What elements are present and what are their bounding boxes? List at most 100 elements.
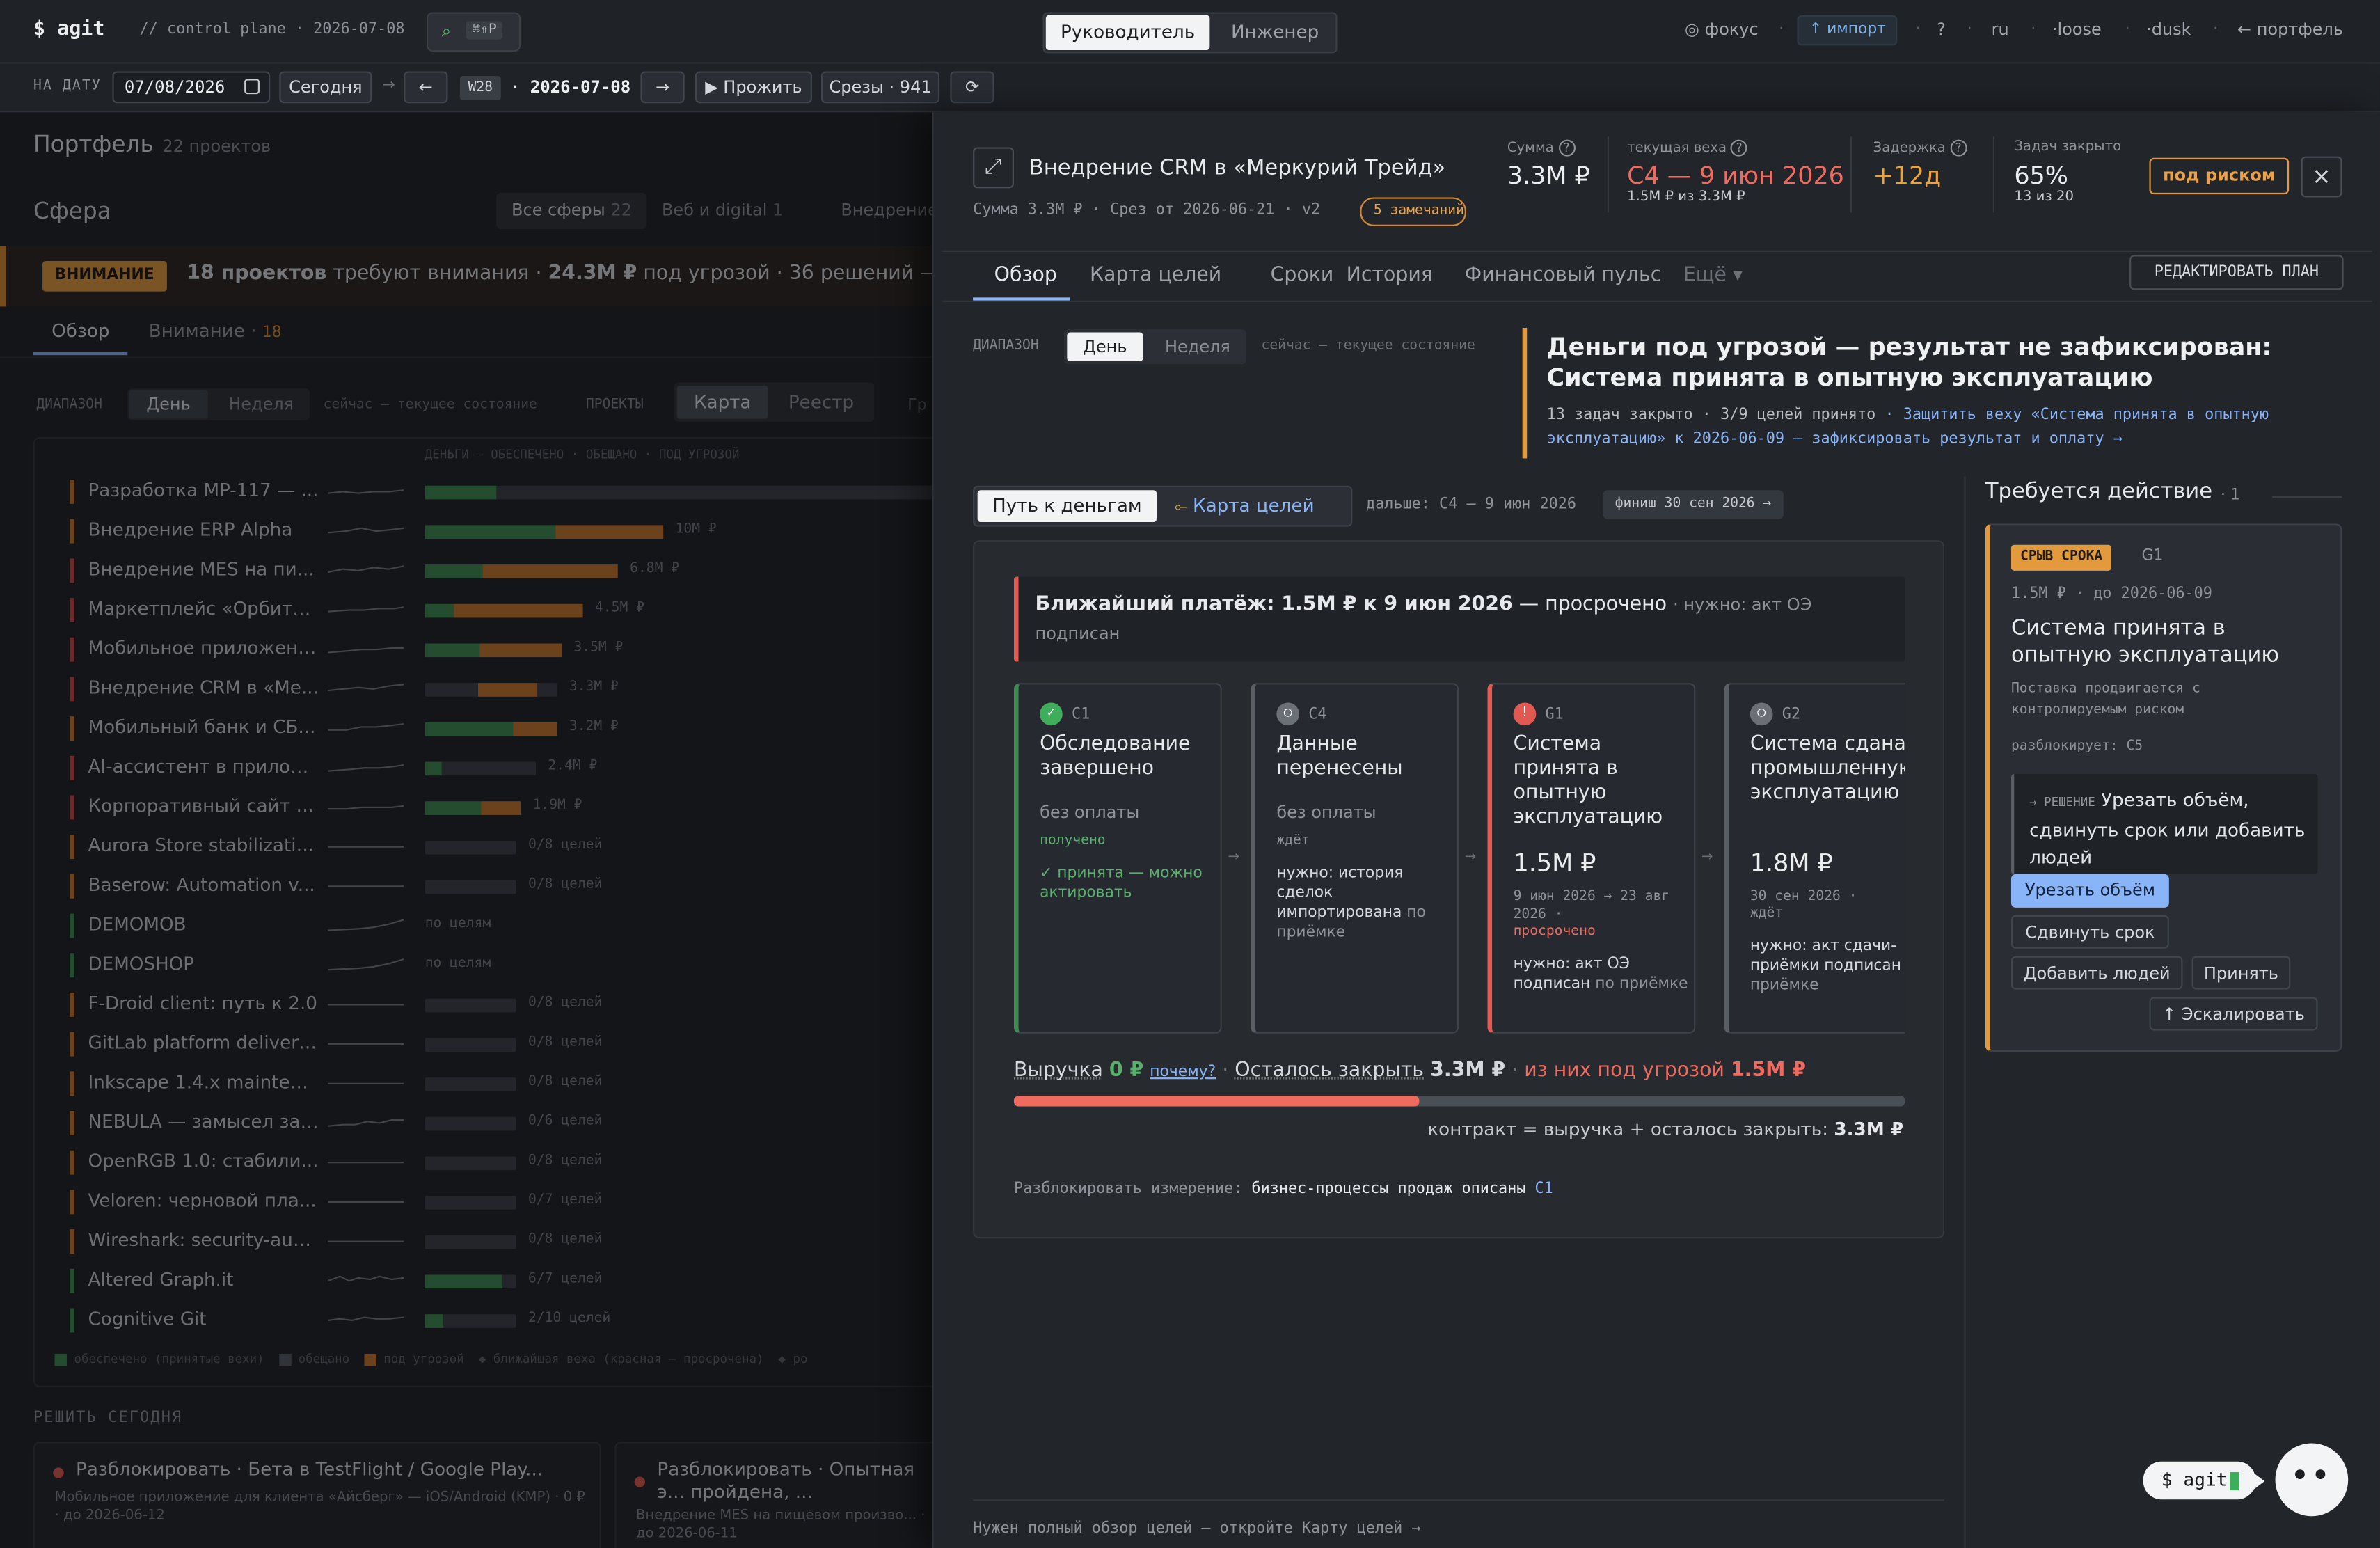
divider bbox=[973, 1499, 1945, 1501]
milestone-card[interactable]: ○ G2 Система сдана в промышленную эксплуа… bbox=[1724, 683, 1905, 1034]
footer-hint[interactable]: Нужен полный обзор целей — откройте Карт… bbox=[973, 1521, 1420, 1538]
milestone-status: просрочено bbox=[1513, 924, 1596, 940]
separator-dot: · bbox=[1967, 21, 1972, 38]
decision-text: → РЕШЕНИЕ Урезать объём, сдвинуть срок и… bbox=[2029, 786, 2312, 871]
milestone-title: Данные перенесены bbox=[1276, 733, 1403, 780]
refresh-button[interactable]: ⟳ bbox=[950, 71, 994, 104]
need-text: ✓ принята — можно актировать bbox=[1040, 864, 1203, 902]
why-link[interactable]: почему? bbox=[1150, 1064, 1216, 1080]
action-unlocks: разблокирует: C5 bbox=[2010, 739, 2143, 755]
milestone-code-row: ○ G2 bbox=[1750, 702, 1800, 726]
cut-scope-button[interactable]: Урезать объём bbox=[2010, 874, 2169, 908]
date-input[interactable]: 07/08/2026 bbox=[112, 71, 271, 104]
kpi-tasks-label: Задач закрыто bbox=[2014, 139, 2122, 155]
arrow-icon: → bbox=[1464, 850, 1477, 865]
formula-text: контракт = выручка + осталось закрыть: bbox=[1427, 1118, 1829, 1140]
decision-box: → РЕШЕНИЕ Урезать объём, сдвинуть срок и… bbox=[2010, 773, 2318, 874]
milestone-status: ждёт bbox=[1276, 833, 1310, 848]
status-icon: ○ bbox=[1276, 702, 1300, 726]
modal-overlay[interactable] bbox=[0, 112, 933, 1548]
milestone-card[interactable]: ✓ C1 Обследование завершено без оплаты полу… bbox=[1013, 683, 1222, 1034]
shortcut-hint: ⌘⇧P bbox=[466, 21, 503, 40]
date-bar: НА ДАТУ 07/08/2026 Сегодня → ← W28 · 202… bbox=[0, 63, 2380, 113]
edit-plan-button[interactable]: РЕДАКТИРОВАТЬ ПЛАН bbox=[2129, 255, 2344, 290]
milestone-dates: 30 сен 2026 · bbox=[1750, 889, 1857, 905]
app-logo[interactable]: $ agit bbox=[33, 18, 104, 41]
add-people-button[interactable]: Добавить людей bbox=[2010, 956, 2183, 990]
overdue-badge: СРЫВ СРОКА bbox=[2010, 544, 2112, 571]
app-name: agit bbox=[57, 18, 105, 41]
expand-icon[interactable]: ⤢ bbox=[973, 147, 1014, 189]
milestone-card[interactable]: ○ C4 Данные перенесены без оплаты ждёт нужно… bbox=[1251, 683, 1459, 1034]
milestone-code-row: ✓ C1 bbox=[1040, 702, 1090, 726]
escalate-button[interactable]: ↑ Эскалировать bbox=[2149, 997, 2318, 1031]
focus-button[interactable]: ◎ фокус bbox=[1685, 19, 1759, 39]
threat-value: 1.5M ₽ bbox=[1730, 1059, 1807, 1082]
milestone-need: ✓ принята — можно актировать bbox=[1040, 864, 1219, 903]
unlock-text: бизнес-процессы продаж описаны bbox=[1251, 1180, 1526, 1198]
revenue-label: Выручка bbox=[1013, 1059, 1103, 1082]
action-desc: Поставка продвигается с контролируемым р… bbox=[2010, 681, 2200, 718]
milestone-code-row: ! G1 bbox=[1513, 702, 1564, 726]
revenue-value: 0 ₽ bbox=[1109, 1059, 1144, 1082]
agit-chat-label[interactable]: $ agit bbox=[2143, 1461, 2256, 1500]
milestone-need: нужно: акт ОЭ подписан по приёмке bbox=[1514, 954, 1692, 994]
milestone-code: C4 bbox=[1308, 706, 1327, 723]
help-icon[interactable]: ? bbox=[1950, 139, 1967, 157]
project-drawer: ⤢ Внедрение CRM в «Меркурий Трейд» Сумма… bbox=[932, 112, 2380, 1548]
role-tab-manager[interactable]: Руководитель bbox=[1045, 15, 1210, 50]
kpi-tasks-sub: 13 из 20 bbox=[2014, 189, 2074, 205]
separator-dot: · bbox=[2031, 21, 2036, 38]
prompt-sign: $ bbox=[33, 18, 46, 41]
theme-dusk-button[interactable]: ·dusk bbox=[2146, 19, 2191, 39]
milestone-code-row: ○ C4 bbox=[1276, 702, 1327, 726]
language-button[interactable]: ru bbox=[1992, 19, 2009, 39]
milestone-payment: без оплаты bbox=[1040, 803, 1140, 823]
cursor-icon bbox=[2230, 1471, 2239, 1490]
separator-dot: · bbox=[1779, 21, 1784, 38]
help-button[interactable]: ? bbox=[1937, 19, 1946, 39]
density-loose-button[interactable]: ·loose bbox=[2052, 19, 2102, 39]
shift-deadline-button[interactable]: Сдвинуть срок bbox=[2010, 915, 2169, 949]
unlock-code[interactable]: C1 bbox=[1535, 1180, 1553, 1197]
play-button[interactable]: ▶ Прожить bbox=[695, 71, 812, 104]
close-icon[interactable]: × bbox=[2301, 156, 2342, 198]
arrow-icon: → bbox=[382, 77, 395, 95]
import-button[interactable]: ↑ импорт bbox=[1797, 15, 1898, 46]
action-card: СРЫВ СРОКА G1 1.5M ₽ · до 2026-06-09 Сис… bbox=[1985, 523, 2342, 1052]
kpi-divider bbox=[1992, 136, 1994, 213]
action-title: Требуется действие bbox=[1985, 480, 2213, 504]
calendar-icon bbox=[244, 79, 260, 95]
current-date: · 2026-07-08 bbox=[509, 77, 631, 97]
kpi-tasks-value: 65% bbox=[2014, 161, 2068, 190]
milestone-title: Обследование завершено bbox=[1040, 733, 1191, 780]
need-text: нужно: история сделок импортирована bbox=[1276, 864, 1404, 922]
action-count: · 1 bbox=[2220, 487, 2240, 504]
role-switch: Руководитель Инженер bbox=[1042, 12, 1338, 54]
revenue-line: Выручка 0 ₽ почему? · Осталось закрыть 3… bbox=[1013, 1059, 1807, 1082]
accept-button[interactable]: Принять bbox=[2191, 956, 2291, 990]
decision-label: → РЕШЕНИЕ bbox=[2029, 795, 2095, 809]
prev-week-button[interactable]: ← bbox=[404, 71, 448, 104]
remaining-label: Осталось закрыть bbox=[1235, 1059, 1425, 1082]
contract-formula: контракт = выручка + осталось закрыть: 3… bbox=[1427, 1119, 1903, 1140]
bot-avatar-icon[interactable]: •• bbox=[2275, 1443, 2349, 1517]
command-palette-button[interactable]: ⌕ ⌘⇧P bbox=[426, 12, 521, 52]
action-code: G1 bbox=[2141, 548, 2164, 565]
action-meta: 1.5M ₽ · до 2026-06-09 bbox=[2010, 585, 2212, 603]
separator-dot: · bbox=[2213, 21, 2219, 38]
risk-badge[interactable]: под риском bbox=[2149, 157, 2290, 195]
remaining-value: 3.3M ₽ bbox=[1430, 1059, 1506, 1082]
milestone-code: C1 bbox=[1071, 706, 1090, 723]
status-icon: ! bbox=[1513, 702, 1537, 726]
today-button[interactable]: Сегодня bbox=[279, 71, 372, 104]
milestone-dates: 9 июн 2026 → 23 авг 2026 · bbox=[1513, 889, 1670, 923]
need-text: нужно: акт сдачи-приёмки подписан bbox=[1750, 938, 1902, 974]
status-icon: ○ bbox=[1750, 702, 1773, 726]
portfolio-back-link[interactable]: ← портфель bbox=[2237, 19, 2343, 39]
next-week-button[interactable]: → bbox=[640, 71, 685, 104]
role-tab-engineer[interactable]: Инженер bbox=[1214, 15, 1335, 50]
milestone-title: Система принята в опытную эксплуатацию bbox=[1513, 733, 1663, 829]
milestone-card[interactable]: ! G1 Система принята в опытную эксплуатац… bbox=[1487, 683, 1696, 1034]
slices-button[interactable]: Срезы · 941 bbox=[820, 71, 940, 104]
